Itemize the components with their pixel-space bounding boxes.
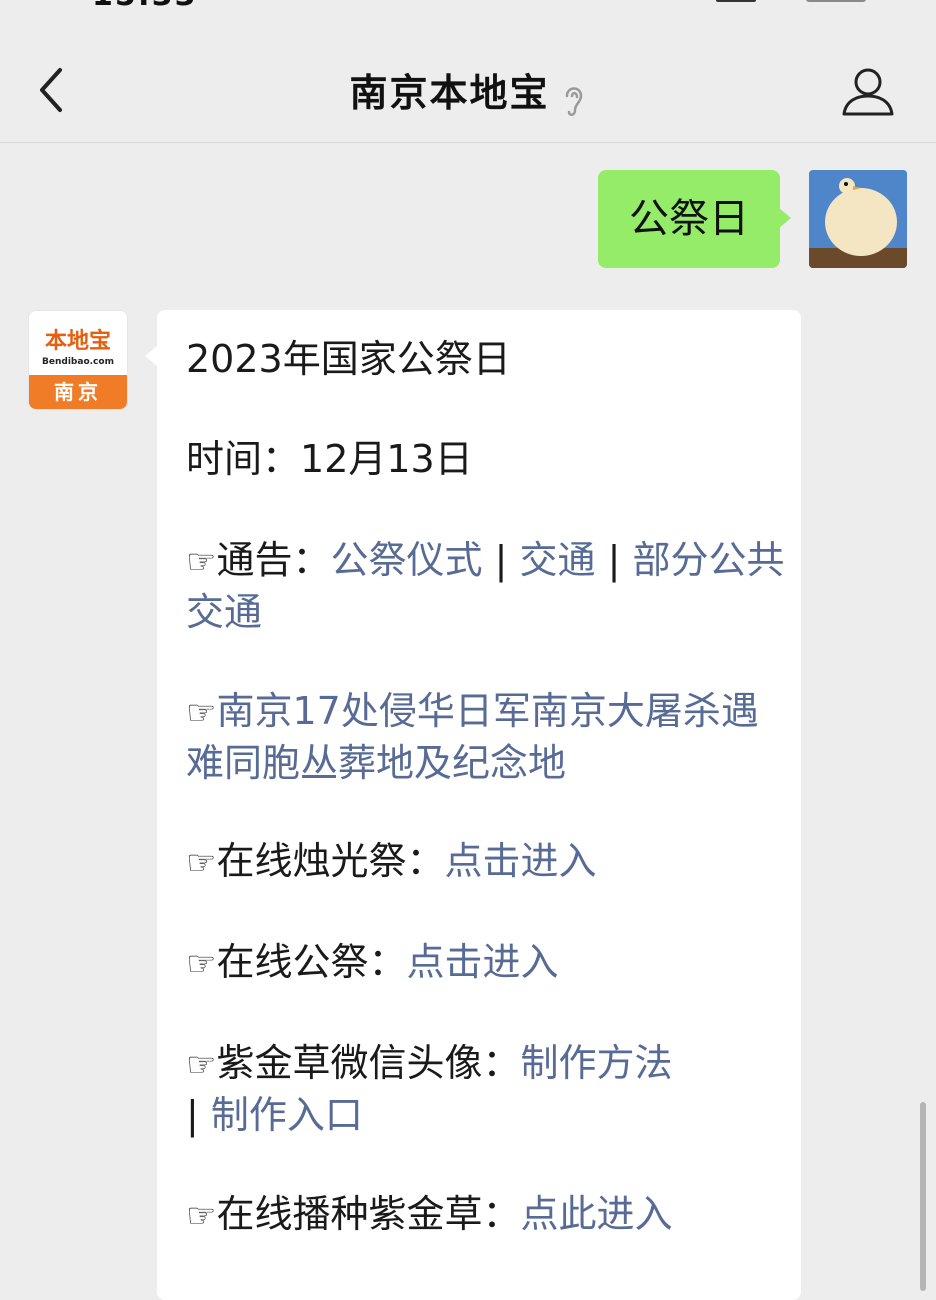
pointing-hand-icon: ☞: [186, 843, 217, 883]
separator: |: [482, 538, 520, 582]
candle-enter-link[interactable]: 点击进入: [445, 839, 597, 883]
pointing-hand-icon: ☞: [186, 542, 217, 582]
person-icon: [842, 68, 894, 116]
bot-avatar-city: 南京: [29, 375, 127, 409]
bot-avatar[interactable]: 本地宝 Bendibao.com 南京: [28, 310, 128, 410]
status-time-text: 15:33: [92, 0, 198, 13]
profile-button[interactable]: [840, 64, 896, 120]
nav-bar: 15:33 南京本地宝: [0, 0, 936, 143]
page-title: 南京本地宝: [349, 71, 550, 115]
separator: |: [186, 1093, 211, 1137]
candle-label: 在线烛光祭：: [216, 839, 445, 883]
avatar-method-link[interactable]: 制作方法: [521, 1041, 673, 1085]
memorial-sites-link[interactable]: 南京17处侵华日军南京大屠杀遇难同胞丛葬地及纪念地: [186, 689, 759, 785]
time-value: 12月13日: [300, 437, 473, 481]
sent-bubble-tail: [779, 208, 791, 228]
reply-title: 2023年国家公祭日: [186, 337, 511, 381]
avatar-entry-link[interactable]: 制作入口: [211, 1093, 363, 1137]
traffic-link[interactable]: 交通: [519, 538, 595, 582]
sites-line: ☞南京17处侵华日军南京大屠杀遇难同胞丛葬地及纪念地: [186, 686, 786, 788]
online-memorial-label: 在线公祭：: [216, 940, 407, 984]
pointing-hand-icon: ☞: [186, 1196, 217, 1236]
battery-icon: [806, 0, 866, 2]
pointing-hand-icon: ☞: [186, 944, 217, 984]
status-time: 15:33: [92, 0, 212, 13]
candle-line: ☞在线烛光祭：点击进入: [186, 836, 786, 888]
avatar-making-label: 紫金草微信头像：: [216, 1041, 521, 1085]
reply-bubble-tail: [145, 346, 157, 366]
bot-avatar-top: 本地宝 Bendibao.com: [29, 311, 127, 375]
pointing-hand-icon: ☞: [186, 693, 217, 733]
bot-logo-text: 本地宝: [44, 328, 111, 354]
pointing-hand-icon: ☞: [186, 1045, 217, 1085]
ceremony-link[interactable]: 公祭仪式: [331, 538, 483, 582]
ear-icon: [561, 80, 587, 124]
notice-line: ☞通告：公祭仪式 | 交通 | 部分公共交通: [186, 535, 786, 637]
title-area: 南京本地宝: [0, 62, 936, 124]
sow-enter-link[interactable]: 点此进入: [521, 1192, 673, 1236]
separator: |: [595, 538, 633, 582]
online-memorial-enter-link[interactable]: 点击进入: [407, 940, 559, 984]
bot-logo-sub: Bendibao.com: [42, 357, 114, 367]
notice-label: 通告：: [216, 538, 331, 582]
signal-icon: [716, 0, 756, 2]
user-avatar[interactable]: [809, 170, 907, 268]
reply-time-line: 时间：12月13日: [186, 434, 786, 484]
sow-label: 在线播种紫金草：: [216, 1192, 521, 1236]
online-memorial-line: ☞在线公祭：点击进入: [186, 937, 786, 989]
sent-message-bubble[interactable]: 公祭日: [598, 170, 780, 268]
avatar-making-line: ☞紫金草微信头像：制作方法 | 制作入口: [186, 1038, 786, 1140]
sow-line: ☞在线播种紫金草：点此进入: [186, 1189, 786, 1241]
scrollbar[interactable]: [920, 1102, 926, 1291]
chick-avatar-image: [809, 170, 907, 268]
time-label: 时间：: [186, 437, 301, 481]
